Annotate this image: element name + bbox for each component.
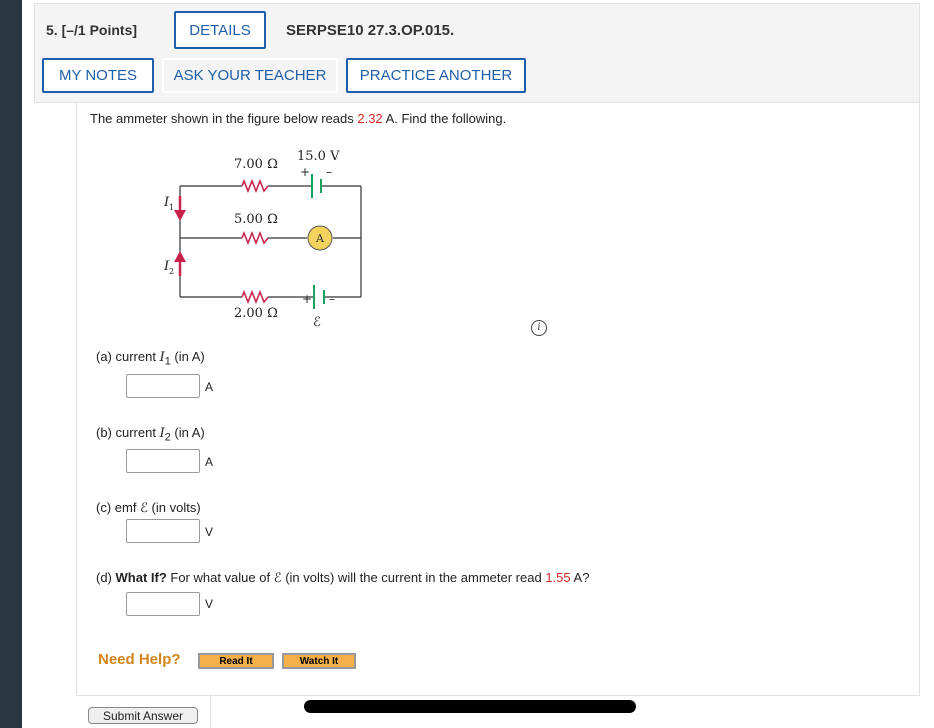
part-b-label: (b) current I2 (in A): [96, 425, 205, 444]
read-it-button[interactable]: Read It: [198, 653, 274, 669]
part-c-prefix: (c) emf: [96, 500, 141, 515]
resistor-middle: [241, 230, 269, 246]
part-c-answer-input[interactable]: [126, 519, 200, 543]
part-a-label: (a) current I1 (in A): [96, 349, 205, 368]
part-a-prefix: (a) current: [96, 349, 160, 364]
part-a-answer-input[interactable]: [126, 374, 200, 398]
part-d-answer-input[interactable]: [126, 592, 200, 616]
my-notes-button[interactable]: MY NOTES: [42, 58, 154, 93]
ammeter-reading-value: 2.32: [357, 111, 383, 126]
current2-arrow: [174, 251, 186, 276]
problem-text-2: A. Find the following.: [382, 111, 507, 126]
problem-statement: The ammeter shown in the figure below re…: [90, 111, 506, 126]
resistor-bottom-label: 2.00 Ω: [234, 306, 278, 321]
part-d-text-mid: For what value of: [166, 570, 274, 585]
resistor-bottom: [241, 289, 269, 305]
details-button[interactable]: DETAILS: [174, 11, 266, 49]
part-a-suffix: (in A): [170, 349, 205, 364]
part-d-var: ℰ: [273, 571, 282, 586]
current1-arrow: [174, 196, 186, 221]
need-help-label: Need Help?: [98, 651, 181, 668]
question-number: 5.: [46, 22, 58, 38]
part-c-suffix: (in volts): [147, 500, 201, 515]
part-d-current-value: 1.55: [545, 570, 571, 585]
part-d-prefix: (d): [96, 570, 116, 585]
current2-subscript: 2: [169, 267, 174, 276]
part-b-prefix: (b) current: [96, 425, 160, 440]
question-id: SERPSE10 27.3.OP.015.: [286, 22, 455, 39]
redacted-bar: [304, 700, 636, 713]
info-icon[interactable]: i: [531, 320, 547, 336]
battery-top-plus: +: [300, 165, 310, 179]
part-c-var: ℰ: [140, 501, 148, 516]
left-edge-strip: [0, 0, 22, 728]
ask-your-teacher-button[interactable]: ASK YOUR TEACHER: [162, 58, 338, 93]
question-number-points: 5. [–/1 Points]: [46, 22, 137, 38]
practice-another-button[interactable]: PRACTICE ANOTHER: [346, 58, 526, 93]
battery-top-voltage: 15.0 V: [297, 149, 340, 164]
battery-emf-plus: +: [302, 292, 312, 306]
part-d-unit: V: [205, 597, 214, 611]
circuit-figure: A 7.00 Ω 5.00 Ω 2.00 Ω 15.0 V + – + – ℰ …: [163, 149, 362, 330]
resistor-middle-label: 5.00 Ω: [234, 212, 278, 227]
question-points: [–/1 Points]: [61, 22, 138, 38]
part-c-unit: V: [205, 525, 214, 539]
part-b-answer-input[interactable]: [126, 449, 200, 473]
battery-emf-minus: –: [329, 292, 335, 306]
battery-top-minus: –: [326, 165, 332, 179]
part-b-unit: A: [205, 455, 214, 469]
current1-subscript: 1: [169, 203, 174, 212]
part-b-suffix: (in A): [170, 425, 205, 440]
circuit-wires: [179, 185, 362, 298]
part-a-unit: A: [205, 380, 214, 394]
watch-it-button[interactable]: Watch It: [282, 653, 356, 669]
battery-emf: [313, 285, 325, 309]
resistor-top: [241, 178, 269, 194]
part-d-text-after: (in volts) will the current in the ammet…: [281, 570, 546, 585]
part-d-what-if: What If?: [115, 570, 167, 585]
submit-answer-button[interactable]: Submit Answer: [88, 707, 198, 724]
part-d-suffix: A?: [570, 570, 590, 585]
ammeter-label: A: [315, 232, 325, 245]
battery-top: [311, 174, 322, 198]
part-d-label: (d) What If? For what value of ℰ (in vol…: [96, 570, 589, 586]
part-c-label: (c) emf ℰ (in volts): [96, 500, 201, 516]
emf-label: ℰ: [313, 315, 321, 330]
resistor-top-label: 7.00 Ω: [234, 157, 278, 172]
problem-text-1: The ammeter shown in the figure below re…: [90, 111, 358, 126]
